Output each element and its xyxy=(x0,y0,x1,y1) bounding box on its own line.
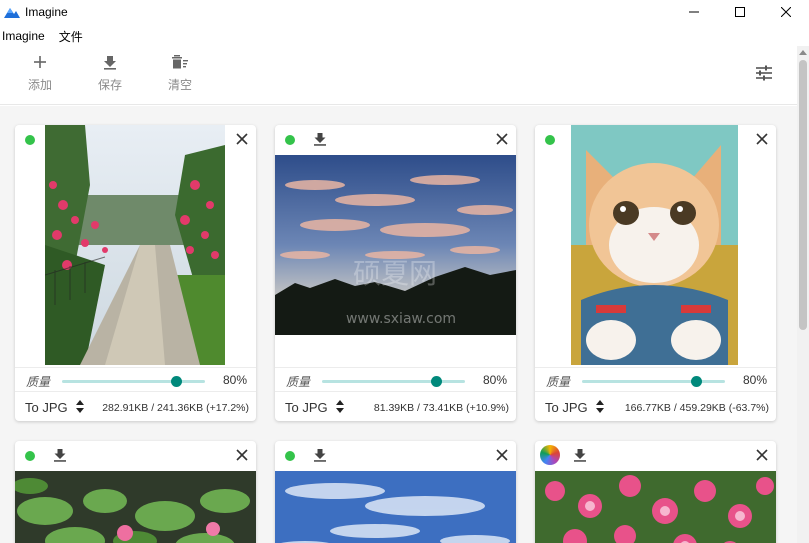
save-button-label: 保存 xyxy=(97,78,122,92)
status-done-indicator xyxy=(25,135,35,145)
save-button[interactable]: 保存 xyxy=(85,54,135,93)
close-icon[interactable] xyxy=(236,133,248,145)
card-header xyxy=(275,125,516,155)
quality-slider-thumb[interactable] xyxy=(691,376,703,387)
image-card xyxy=(275,441,516,543)
processing-spinner-icon xyxy=(540,445,560,465)
watermark-text: 硕夏网 xyxy=(353,257,437,290)
menu-item-file[interactable]: 文件 xyxy=(57,28,85,45)
format-row: To JPG 166.77KB / 459.29KB (-63.7%) xyxy=(535,391,776,421)
clear-all-icon xyxy=(172,55,188,69)
card-header xyxy=(275,441,516,471)
close-icon[interactable] xyxy=(236,449,248,461)
quality-label: 质量 xyxy=(286,375,311,389)
window-title: Imagine xyxy=(25,5,68,19)
quality-row: 质量 80% xyxy=(275,367,516,391)
close-icon[interactable] xyxy=(496,133,508,145)
clear-button-label: 清空 xyxy=(167,78,192,92)
quality-value: 80% xyxy=(222,373,247,387)
quality-label: 质量 xyxy=(546,375,571,389)
quality-slider[interactable] xyxy=(62,376,205,387)
quality-row: 质量 80% xyxy=(15,367,256,391)
image-grid: 质量 80% To JPG 282.91KB / 241.36KB (+17.2… xyxy=(0,106,797,543)
image-card: 质量 80% To JPG 166.77KB / 459.29KB (-63.7… xyxy=(535,125,776,421)
quality-slider-thumb[interactable] xyxy=(171,376,183,387)
download-icon[interactable] xyxy=(573,448,587,462)
status-done-indicator xyxy=(285,451,295,461)
sort-arrows-icon[interactable] xyxy=(336,400,344,413)
close-window-icon xyxy=(781,7,791,17)
add-button[interactable]: 添加 xyxy=(15,54,65,93)
image-thumbnail xyxy=(15,471,256,543)
quality-row: 质量 80% xyxy=(535,367,776,391)
quality-slider-thumb[interactable] xyxy=(431,376,443,387)
image-card xyxy=(535,441,776,543)
settings-button[interactable] xyxy=(755,64,773,85)
sort-arrows-icon[interactable] xyxy=(76,400,84,413)
status-done-indicator xyxy=(25,451,35,461)
maximize-button[interactable] xyxy=(717,0,763,24)
format-select[interactable]: To JPG xyxy=(545,400,588,415)
quality-label: 质量 xyxy=(26,375,51,389)
menu-bar: Imagine 文件 xyxy=(0,26,95,46)
image-thumbnail: 硕夏网 www.sxiaw.com xyxy=(275,155,516,335)
sort-arrows-icon[interactable] xyxy=(596,400,604,413)
toolbar: 添加 保存 清空 xyxy=(0,50,797,105)
format-select[interactable]: To JPG xyxy=(25,400,68,415)
scroll-thumb[interactable] xyxy=(799,60,807,330)
menu-item-imagine[interactable]: Imagine xyxy=(0,29,47,43)
image-card: 质量 80% To JPG 282.91KB / 241.36KB (+17.2… xyxy=(15,125,256,421)
download-icon[interactable] xyxy=(313,132,327,146)
add-button-label: 添加 xyxy=(27,78,52,92)
format-row: To JPG 81.39KB / 73.41KB (+10.9%) xyxy=(275,391,516,421)
format-row: To JPG 282.91KB / 241.36KB (+17.2%) xyxy=(15,391,256,421)
image-thumbnail xyxy=(45,125,225,365)
close-icon[interactable] xyxy=(496,449,508,461)
size-info: 81.39KB / 73.41KB (+10.9%) xyxy=(373,402,509,414)
plus-icon xyxy=(34,56,46,68)
window-controls xyxy=(671,0,809,24)
watermark-url: www.sxiaw.com xyxy=(346,311,456,327)
quality-value: 80% xyxy=(482,373,507,387)
quality-value: 80% xyxy=(742,373,767,387)
format-select[interactable]: To JPG xyxy=(285,400,328,415)
vertical-scrollbar[interactable] xyxy=(797,46,809,543)
status-done-indicator xyxy=(285,135,295,145)
close-window-button[interactable] xyxy=(763,0,809,24)
title-bar: Imagine xyxy=(0,0,809,24)
close-icon[interactable] xyxy=(756,133,768,145)
tune-icon xyxy=(756,65,772,81)
app-logo-icon xyxy=(4,8,20,18)
quality-slider[interactable] xyxy=(582,376,725,387)
size-info: 282.91KB / 241.36KB (+17.2%) xyxy=(102,402,249,414)
maximize-icon xyxy=(735,7,745,17)
minimize-icon xyxy=(689,11,699,13)
image-card xyxy=(15,441,256,543)
download-icon[interactable] xyxy=(313,448,327,462)
minimize-button[interactable] xyxy=(671,0,717,24)
download-icon[interactable] xyxy=(53,448,67,462)
clear-button[interactable]: 清空 xyxy=(155,54,205,93)
card-header xyxy=(15,441,256,471)
scroll-up-arrow-icon[interactable] xyxy=(799,50,807,55)
image-card: 硕夏网 www.sxiaw.com 质量 80% To JPG 81.39KB … xyxy=(275,125,516,421)
download-icon xyxy=(104,56,116,70)
image-thumbnail xyxy=(535,471,776,543)
quality-slider[interactable] xyxy=(322,376,465,387)
card-header xyxy=(535,441,776,471)
size-info: 166.77KB / 459.29KB (-63.7%) xyxy=(624,402,769,414)
status-done-indicator xyxy=(545,135,555,145)
close-icon[interactable] xyxy=(756,449,768,461)
image-thumbnail xyxy=(275,471,516,543)
image-thumbnail xyxy=(571,125,738,365)
